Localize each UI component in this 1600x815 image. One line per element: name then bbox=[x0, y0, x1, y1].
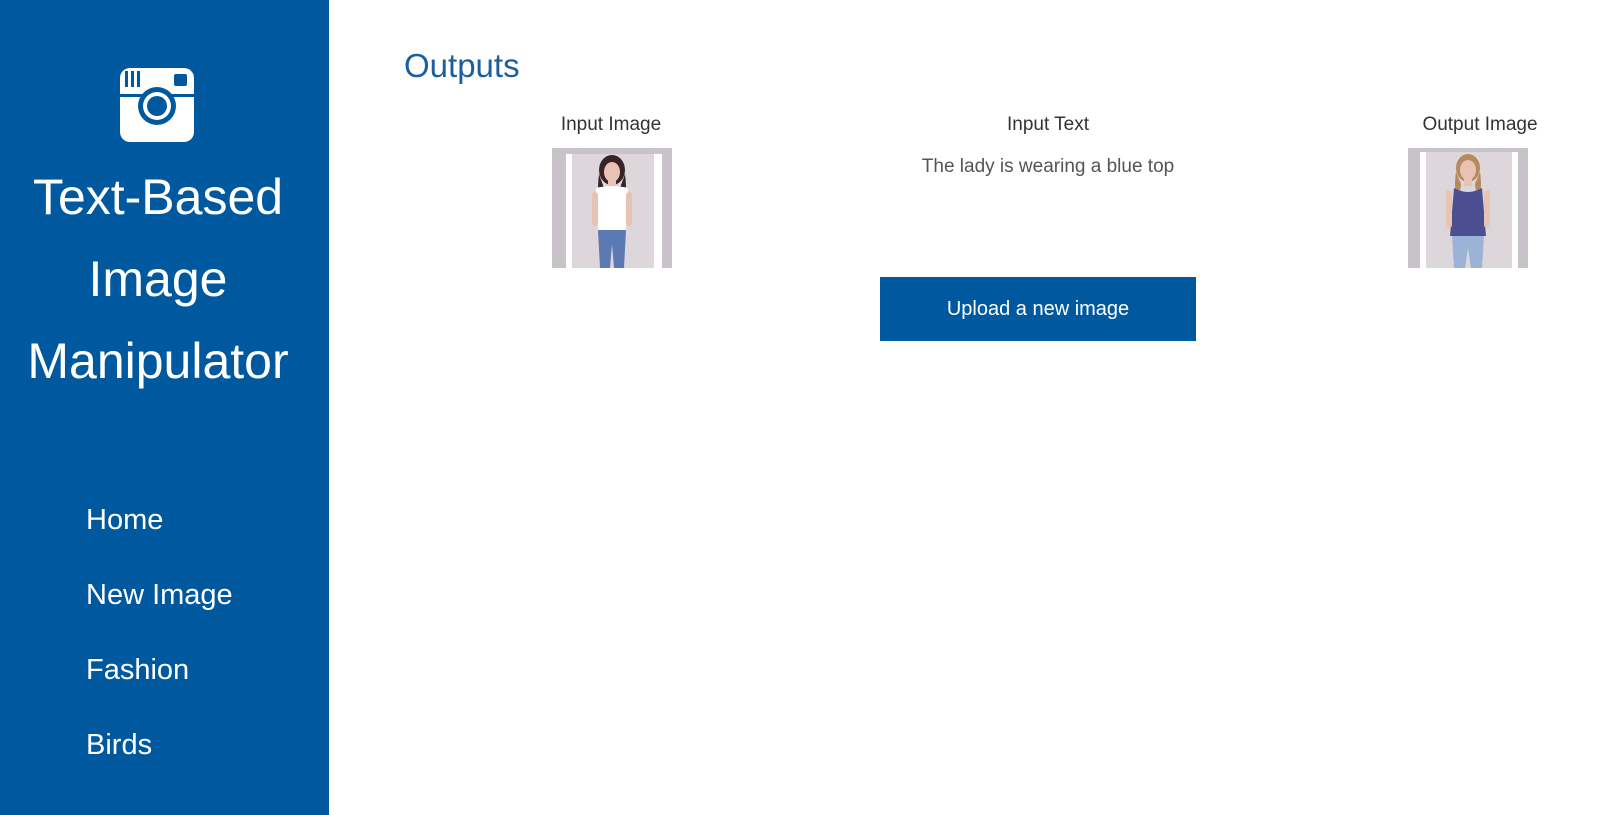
main-content: Outputs Input Image Input Text Output Im… bbox=[329, 0, 1600, 815]
input-top bbox=[596, 186, 628, 230]
app-title-line-1: Text-Based bbox=[32, 169, 284, 225]
input-text-value: The lady is wearing a blue top bbox=[921, 156, 1175, 177]
nav-item-home[interactable]: Home bbox=[86, 502, 233, 538]
input-text-label: Input Text bbox=[1006, 114, 1090, 135]
camera-icon bbox=[120, 68, 194, 142]
nav-item-new-image[interactable]: New Image bbox=[86, 577, 233, 613]
nav-item-birds[interactable]: Birds bbox=[86, 727, 233, 763]
output-image-label: Output Image bbox=[1422, 114, 1538, 135]
output-image bbox=[1408, 148, 1528, 268]
sidebar: Text-Based Image Manipulator Home New Im… bbox=[0, 0, 329, 815]
output-top bbox=[1450, 188, 1486, 236]
input-image-label: Input Image bbox=[560, 114, 662, 135]
app-title-line-3: Manipulator bbox=[27, 333, 289, 389]
app-title-line-2: Image bbox=[88, 251, 228, 307]
input-image bbox=[552, 148, 672, 268]
nav-item-fashion[interactable]: Fashion bbox=[86, 652, 233, 688]
sidebar-nav: Home New Image Fashion Birds bbox=[86, 502, 233, 802]
page-title: Outputs bbox=[404, 47, 520, 84]
app-title: Text-Based Image Manipulator bbox=[0, 156, 316, 402]
upload-new-image-button[interactable]: Upload a new image bbox=[880, 277, 1196, 341]
